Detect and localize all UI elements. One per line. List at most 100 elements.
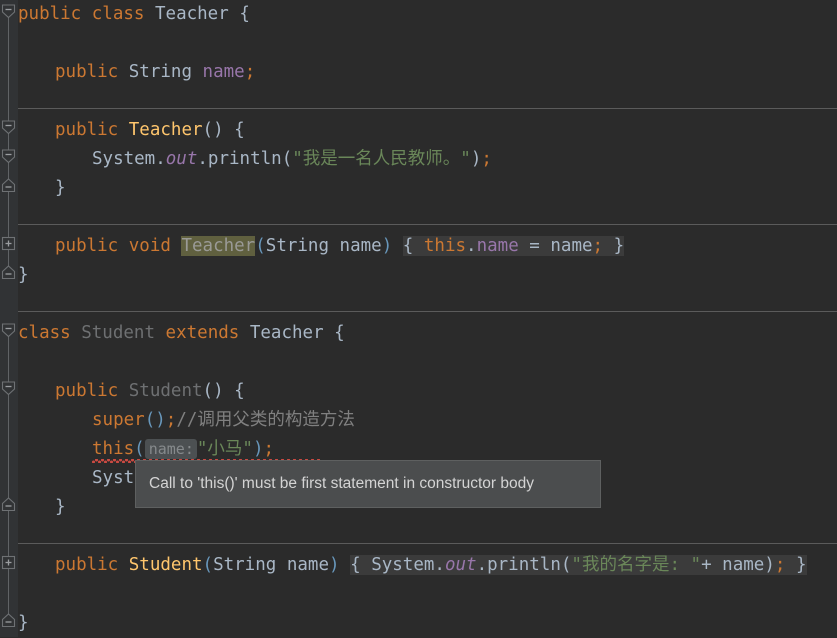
folded-brace-open[interactable]: {: [402, 236, 414, 256]
code-line-6[interactable]: System.out.println("我是一名人民教师。");: [18, 145, 492, 174]
brace-open: {: [239, 4, 250, 24]
type-string: String: [128, 62, 192, 82]
paren-open: (: [202, 381, 214, 401]
keyword-class: class: [91, 4, 145, 24]
keyword-this: this: [423, 236, 467, 256]
keyword-public: public: [55, 555, 119, 575]
code-line-20[interactable]: public Student(String name) { System.out…: [18, 551, 807, 580]
code-line-3[interactable]: public String name;: [18, 58, 255, 87]
code-content[interactable]: public class Teacher { public String nam…: [0, 0, 837, 637]
field-name: name: [202, 62, 245, 82]
fold-marker-student-ctor-end[interactable]: [1, 497, 16, 512]
code-line-12[interactable]: class Student extends Teacher {: [18, 319, 345, 348]
class-name-student: Student: [81, 323, 155, 343]
paren-close: ): [764, 555, 775, 575]
brace-close: }: [18, 613, 29, 633]
semicolon: ;: [263, 439, 275, 459]
constructor-student: Student: [128, 381, 203, 401]
paren-close: ): [381, 236, 393, 256]
paren-close: ): [155, 410, 166, 430]
type-string: String: [265, 236, 329, 256]
code-line-10[interactable]: }: [18, 261, 29, 290]
fold-marker-void-teacher-expand[interactable]: [1, 236, 16, 251]
paren-open: (: [134, 439, 145, 459]
folded-brace-close[interactable]: }: [613, 236, 625, 256]
code-line-14[interactable]: public Student() {: [18, 377, 245, 406]
semicolon: ;: [244, 62, 256, 82]
fold-marker-teacher-ctor[interactable]: [1, 120, 16, 135]
comment-super: //调用父类的构造方法: [176, 410, 355, 430]
class-name-teacher: Teacher: [155, 4, 229, 24]
paren-close: ): [213, 381, 224, 401]
field-out: out: [165, 149, 198, 169]
folded-brace-open[interactable]: {: [350, 555, 361, 575]
fold-marker-student-ctor2-expand[interactable]: [1, 555, 16, 570]
fold-marker-class-student[interactable]: [1, 323, 16, 338]
parameter-name: name: [286, 555, 329, 575]
parameter-name: name: [550, 236, 593, 256]
brace-open: {: [334, 323, 345, 343]
paren-close: ): [213, 120, 224, 140]
keyword-public: public: [55, 381, 119, 401]
class-name-teacher: Teacher: [249, 323, 324, 343]
keyword-public: public: [55, 120, 119, 140]
assign-operator: =: [529, 236, 540, 256]
plus-operator: +: [701, 555, 712, 575]
code-line-15[interactable]: super();//调用父类的构造方法: [18, 406, 355, 435]
method-println: println: [487, 555, 561, 575]
inlay-parameter-hint-name[interactable]: name:: [144, 439, 197, 459]
paren-close: ): [329, 555, 340, 575]
semicolon: ;: [774, 555, 786, 575]
keyword-void: void: [128, 236, 171, 256]
constructor-teacher: Teacher: [128, 120, 203, 140]
fold-marker-class-teacher[interactable]: [1, 4, 16, 19]
fold-marker-println-statement[interactable]: [1, 149, 16, 164]
code-line-18[interactable]: }: [18, 493, 66, 522]
brace-close: }: [18, 265, 29, 285]
paren-close: ): [470, 149, 482, 169]
field-out: out: [444, 555, 477, 575]
highlighted-identifier-teacher[interactable]: Teacher: [181, 236, 256, 256]
keyword-class: class: [18, 323, 71, 343]
semicolon: ;: [165, 410, 177, 430]
type-string: String: [213, 555, 277, 575]
keyword-public: public: [18, 4, 82, 24]
paren-open: (: [255, 236, 266, 256]
brace-close: }: [55, 497, 66, 517]
class-system: System: [92, 149, 156, 169]
paren-open: (: [202, 555, 214, 575]
keyword-extends: extends: [165, 323, 240, 343]
paren-close: ): [252, 439, 264, 459]
code-line-5[interactable]: public Teacher() {: [18, 116, 245, 145]
brace-open: {: [234, 120, 245, 140]
code-line-7[interactable]: }: [18, 174, 66, 203]
paren-open: (: [560, 555, 572, 575]
paren-open: (: [202, 120, 214, 140]
brace-close: }: [55, 178, 66, 198]
class-system: System: [371, 555, 435, 575]
paren-open: (: [281, 149, 293, 169]
fold-marker-class-teacher-end[interactable]: [1, 265, 16, 280]
parameter-name: name: [339, 236, 382, 256]
fold-marker-class-student-end[interactable]: [1, 613, 16, 628]
field-name: name: [476, 236, 519, 256]
code-line-22[interactable]: }: [18, 609, 29, 638]
method-println: println: [207, 149, 282, 169]
keyword-this: this: [92, 439, 135, 459]
semicolon: ;: [592, 236, 604, 256]
constructor-student: Student: [128, 555, 203, 575]
code-line-9[interactable]: public void Teacher(String name) { this.…: [18, 232, 625, 261]
code-line-1[interactable]: public class Teacher {: [18, 0, 250, 29]
error-tooltip: Call to 'this()' must be first statement…: [135, 460, 601, 508]
string-literal-myname2: "我的名字是: ": [571, 555, 702, 575]
brace-open: {: [234, 381, 245, 401]
string-literal-xiaoma: "小马": [196, 439, 253, 459]
string-literal-teacher: "我是一名人民教师。": [292, 149, 471, 169]
fold-marker-student-ctor[interactable]: [1, 381, 16, 396]
folded-brace-close[interactable]: }: [795, 555, 807, 575]
paren-open: (: [144, 410, 156, 430]
keyword-super: super: [92, 410, 145, 430]
code-editor[interactable]: public class Teacher { public String nam…: [0, 0, 837, 637]
keyword-public: public: [55, 236, 119, 256]
fold-marker-teacher-ctor-end[interactable]: [1, 178, 16, 193]
